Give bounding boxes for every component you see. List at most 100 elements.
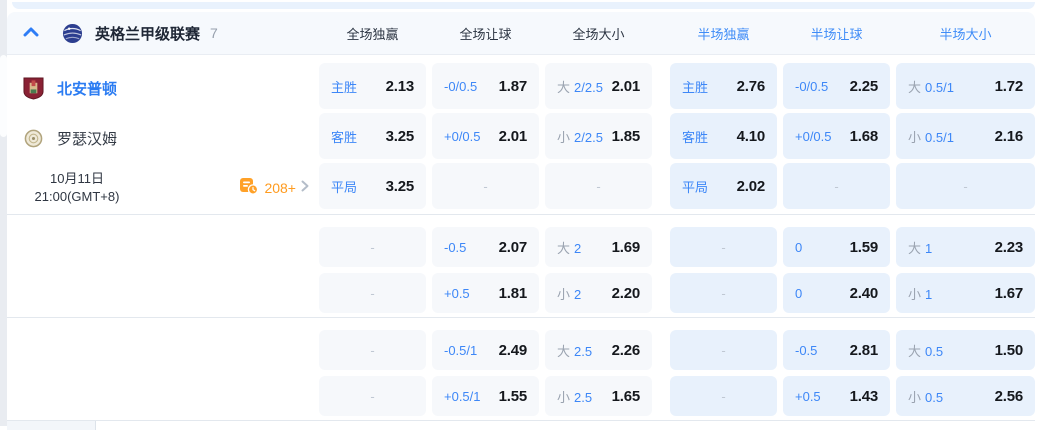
left-spacer xyxy=(7,330,319,416)
markets-count: 208+ xyxy=(264,180,296,196)
odds-row: 平局3.25--平局2.02-- xyxy=(319,163,1035,209)
odds-row: 主胜2.13-0/0.51.87大2/2.52.01主胜2.76-0/0.52.… xyxy=(319,63,1035,109)
odds-cell[interactable]: 平局2.02 xyxy=(670,163,777,209)
line-label: 0.5/1 xyxy=(925,130,954,145)
odds-cell[interactable]: 平局3.25 xyxy=(319,163,426,209)
line-label: 1 xyxy=(925,287,932,302)
odds-cell[interactable]: +0/0.51.68 xyxy=(783,113,890,159)
odds-cell[interactable]: -0/0.52.25 xyxy=(783,63,890,109)
odds-cell[interactable]: 小2.51.65 xyxy=(545,376,652,416)
line-label: 主胜 xyxy=(331,77,357,96)
chevron-up-icon xyxy=(23,24,39,42)
line-label: 0.5 xyxy=(925,344,943,359)
line-label: +0.5 xyxy=(795,389,821,404)
line-label: 2/2.5 xyxy=(574,130,603,145)
odds-cell[interactable]: +0.5 1.81 xyxy=(432,273,539,313)
column-header-full-2: 全场大小 xyxy=(545,24,652,43)
odds-line: 小2.5 xyxy=(557,387,592,406)
odds-line: +0/0.5 xyxy=(795,129,832,144)
odds-cell-empty: - xyxy=(670,273,777,313)
odds-cell[interactable]: 02.40 xyxy=(783,273,890,313)
odds-value: 2.01 xyxy=(499,128,527,145)
odds-cell[interactable]: +0/0.5 2.01 xyxy=(432,113,539,159)
odds-line: 大1 xyxy=(908,238,932,257)
line-label: 0 xyxy=(795,286,802,301)
over-under-prefix: 大 xyxy=(557,341,570,360)
odds-cell[interactable]: 大2 1.69 xyxy=(545,227,652,267)
odds-cell[interactable]: 小0.5/12.16 xyxy=(896,113,1035,159)
odds-cell[interactable]: 大 2.5 2.26 xyxy=(545,330,652,370)
odds-cell[interactable]: 小11.67 xyxy=(896,273,1035,313)
line-label: +0.5/1 xyxy=(444,389,481,404)
home-team-row[interactable]: 北安普顿 xyxy=(7,63,319,113)
over-under-prefix: 小 xyxy=(908,284,921,303)
odds-cell[interactable]: 主胜2.76 xyxy=(670,63,777,109)
main-odds-block: 北安普顿 罗瑟汉姆 10月11日 21:00(GMT+8) xyxy=(7,55,1035,215)
odds-cell[interactable]: 大0.5/11.72 xyxy=(896,63,1035,109)
away-team-row[interactable]: 罗瑟汉姆 xyxy=(7,113,319,163)
odds-value: 2.49 xyxy=(499,342,527,359)
collapse-button[interactable] xyxy=(22,24,40,42)
odds-cell[interactable]: -0.52.81 xyxy=(783,330,890,370)
odds-cell[interactable]: 客胜3.25 xyxy=(319,113,426,159)
odds-cell[interactable]: -0/0.51.87 xyxy=(432,63,539,109)
odds-line: 大 0.5 xyxy=(908,341,943,360)
odds-cell[interactable]: 小2/2.51.85 xyxy=(545,113,652,159)
odds-cell[interactable]: 小0.52.56 xyxy=(896,376,1035,416)
line-label: 0.5 xyxy=(925,390,943,405)
odds-value: 2.26 xyxy=(612,342,640,359)
line-label: 2.5 xyxy=(574,344,592,359)
odds-value: 1.59 xyxy=(850,239,878,256)
odds-line: +0/0.5 xyxy=(444,129,481,144)
line-label: -0/0.5 xyxy=(444,79,477,94)
odds-line: 大 2.5 xyxy=(557,341,592,360)
line-label: 0 xyxy=(795,240,802,255)
odds-line: 小0.5 xyxy=(908,387,943,406)
odds-cell-empty: - xyxy=(319,227,426,267)
odds-cell[interactable]: 大2/2.52.01 xyxy=(545,63,652,109)
odds-cell[interactable]: +0.5 1.43 xyxy=(783,376,890,416)
odds-cell[interactable]: 客胜4.10 xyxy=(670,113,777,159)
line-label: +0.5 xyxy=(444,286,470,301)
odds-line: -0.5 xyxy=(444,240,466,255)
odds-value: 1.55 xyxy=(499,388,527,405)
home-team-name[interactable]: 北安普顿 xyxy=(57,78,117,99)
left-spacer xyxy=(7,227,319,313)
odds-cell-empty: - xyxy=(545,163,652,209)
odds-value: 1.81 xyxy=(499,285,527,302)
away-crest-icon xyxy=(21,129,45,148)
odds-value: 2.76 xyxy=(737,78,765,95)
league-odds-panel: 英格兰甲级联赛 7 全场独赢全场让球全场大小半场独赢半场让球半场大小 北安普顿 xyxy=(7,12,1035,430)
column-headers: 全场独赢全场让球全场大小半场独赢半场让球半场大小 xyxy=(319,24,1035,43)
odds-cell[interactable]: +0.5/1 1.55 xyxy=(432,376,539,416)
scrollbar-thumb[interactable] xyxy=(0,55,7,137)
over-under-prefix: 大 xyxy=(908,77,921,96)
odds-cell[interactable]: 大0.51.50 xyxy=(896,330,1035,370)
over-under-prefix: 大 xyxy=(908,341,921,360)
vertical-scrollbar[interactable] xyxy=(0,0,7,426)
more-markets-link[interactable]: 208+ xyxy=(239,177,309,200)
odds-row: --0.5/12.49大2.52.26--0.52.81大0.51.50 xyxy=(319,330,1035,370)
odds-cell[interactable]: -0.5 2.07 xyxy=(432,227,539,267)
odds-value: 1.69 xyxy=(612,239,640,256)
odds-line: 大2/2.5 xyxy=(557,77,603,96)
odds-value: 2.20 xyxy=(612,285,640,302)
odds-value: 2.07 xyxy=(499,239,527,256)
league-header-left: 英格兰甲级联赛 7 xyxy=(7,23,319,44)
over-under-prefix: 大 xyxy=(557,238,570,257)
match-meta-row: 10月11日 21:00(GMT+8) 208+ xyxy=(7,163,319,213)
odds-value: 2.25 xyxy=(850,78,878,95)
away-team-name[interactable]: 罗瑟汉姆 xyxy=(57,128,117,149)
odds-cell-empty: - xyxy=(783,163,890,209)
odds-cell[interactable]: 大12.23 xyxy=(896,227,1035,267)
odds-cell[interactable]: -0.5/12.49 xyxy=(432,330,539,370)
odds-value: 1.43 xyxy=(850,388,878,405)
odds-value: 2.16 xyxy=(995,128,1023,145)
odds-cell[interactable]: 小22.20 xyxy=(545,273,652,313)
odds-cell[interactable]: 01.59 xyxy=(783,227,890,267)
odds-value: 1.85 xyxy=(612,128,640,145)
odds-cell[interactable]: 主胜2.13 xyxy=(319,63,426,109)
line-label: 2 xyxy=(574,241,581,256)
line-label: -0.5 xyxy=(444,240,466,255)
odds-cell-empty: - xyxy=(319,273,426,313)
